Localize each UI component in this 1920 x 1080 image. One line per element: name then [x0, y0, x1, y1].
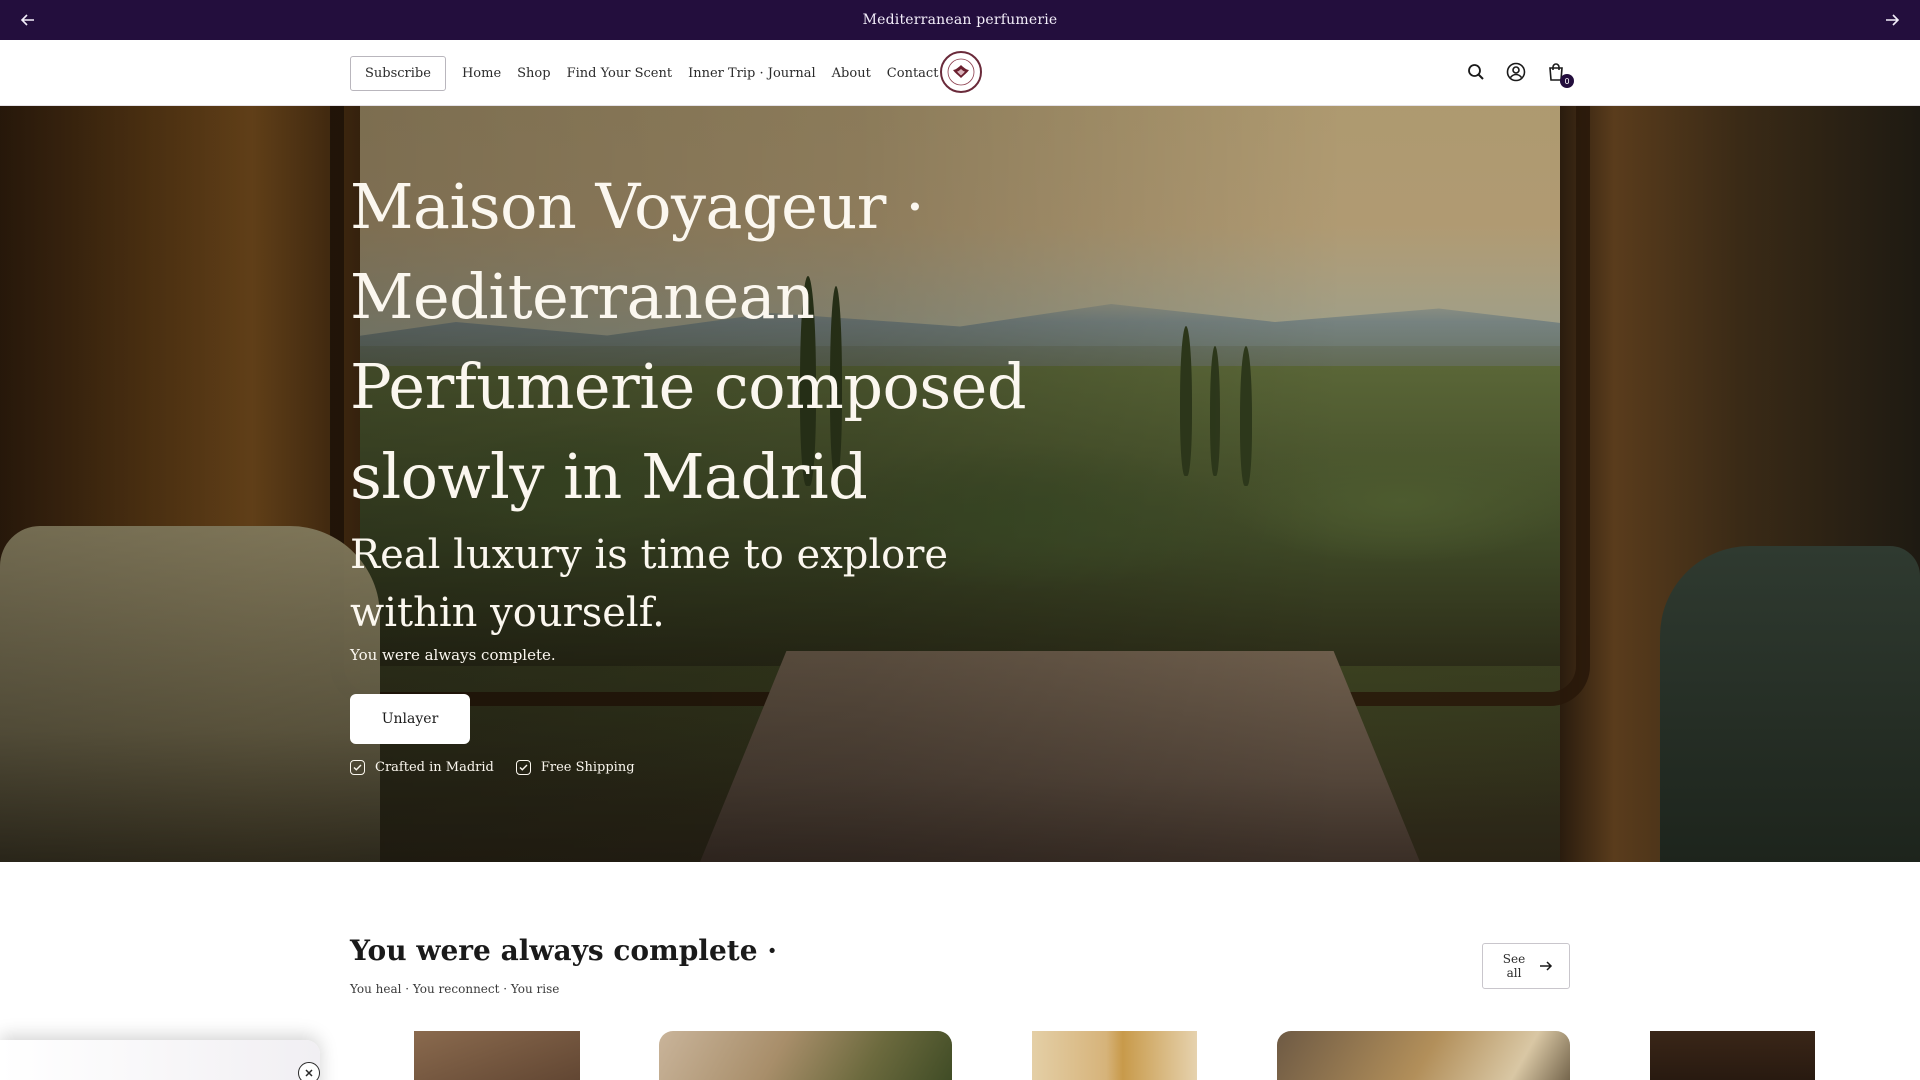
arrow-right-icon[interactable] [1880, 8, 1904, 32]
checkbox-check-icon [515, 760, 531, 775]
main-nav: Subscribe Home Shop Find Your Scent Inne… [350, 55, 954, 91]
hero-content: Maison Voyageur · Mediterranean Perfumer… [350, 162, 1070, 775]
hero-banner: Maison Voyageur · Mediterranean Perfumer… [0, 106, 1920, 862]
nav-contact[interactable]: Contact [887, 66, 939, 81]
nav-journal[interactable]: Inner Trip · Journal [688, 66, 816, 81]
product-card-5[interactable] [1650, 1031, 1815, 1080]
unlayer-button[interactable]: Unlayer [350, 694, 470, 744]
see-all-label: See all [1502, 952, 1526, 980]
badge-crafted-in-madrid: Crafted in Madrid [350, 760, 494, 775]
site-header: Subscribe Home Shop Find Your Scent Inne… [0, 40, 1920, 106]
cart-count-badge: 0 [1560, 74, 1574, 88]
nav-about[interactable]: About [832, 66, 871, 81]
badge-label: Crafted in Madrid [375, 760, 494, 775]
arrow-left-icon[interactable] [16, 8, 40, 32]
newsletter-popup [0, 1040, 320, 1080]
see-all-button[interactable]: See all [1482, 943, 1570, 989]
hero-title: Maison Voyageur · Mediterranean Perfumer… [350, 170, 1027, 513]
product-card-2[interactable] [659, 1031, 952, 1080]
announcement-message: Mediterranean perfumerie [862, 12, 1058, 28]
close-circle-icon[interactable] [298, 1062, 320, 1080]
arrow-right-icon [1540, 961, 1553, 971]
section-title: You were always complete · [350, 934, 777, 967]
checkbox-check-icon [350, 760, 365, 775]
nav-find-your-scent[interactable]: Find Your Scent [567, 66, 672, 81]
product-card-4[interactable] [1277, 1031, 1570, 1080]
product-card-1[interactable] [414, 1031, 580, 1080]
subscribe-button[interactable]: Subscribe [350, 55, 446, 91]
cart-icon[interactable]: 0 [1542, 58, 1574, 88]
account-icon[interactable] [1502, 58, 1530, 86]
badge-free-shipping: Free Shipping [515, 760, 635, 775]
hero-subtitle: Real luxury is time to explore within yo… [350, 532, 949, 636]
product-card-3[interactable] [1032, 1031, 1197, 1080]
nav-shop[interactable]: Shop [517, 66, 550, 81]
section-subtitle: You heal · You reconnect · You rise [350, 982, 560, 996]
nav-home[interactable]: Home [462, 66, 501, 81]
announcement-bar: Mediterranean perfumerie [0, 0, 1920, 40]
header-actions: 0 [1450, 58, 1574, 88]
search-icon[interactable] [1462, 58, 1490, 86]
badge-label: Free Shipping [540, 760, 635, 775]
hero-badges: Crafted in Madrid Free Shipping [350, 760, 1070, 775]
hero-tagline: You were always complete. [350, 646, 556, 664]
maison-voyageur-logo-icon[interactable] [940, 51, 982, 93]
